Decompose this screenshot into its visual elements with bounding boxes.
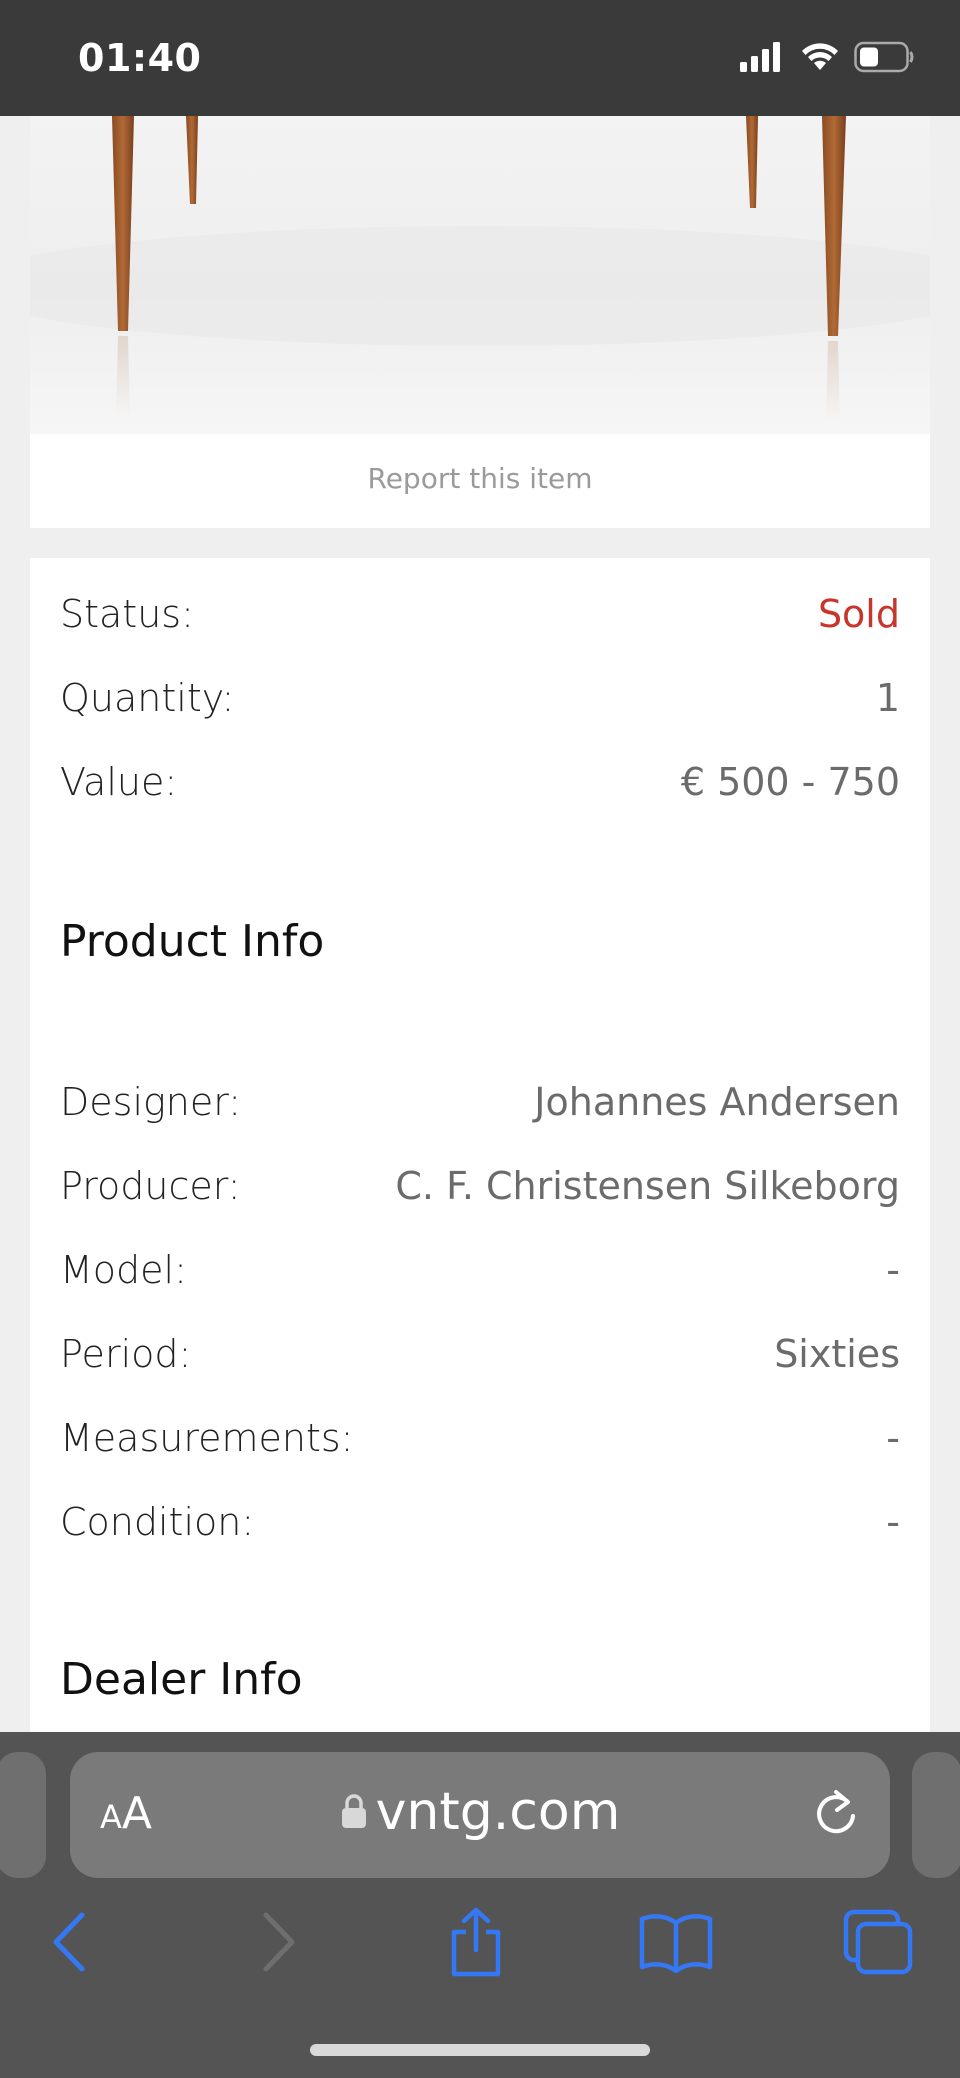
bookmarks-button[interactable]	[636, 1906, 716, 1982]
quantity-value: 1	[875, 676, 900, 720]
period-label: Period:	[60, 1332, 192, 1376]
battery-icon	[854, 41, 914, 77]
value-label: Value:	[60, 760, 178, 804]
signal-icon	[740, 42, 786, 76]
back-button[interactable]	[30, 1906, 110, 1982]
value-amount: € 500 - 750	[680, 760, 900, 804]
forward-button[interactable]	[238, 1906, 318, 1982]
bookmarks-icon	[638, 1911, 714, 1977]
home-indicator[interactable]	[310, 2044, 650, 2056]
wifi-icon	[802, 42, 838, 76]
condition-label: Condition:	[60, 1500, 255, 1544]
url-display[interactable]: vntg.com	[70, 1782, 890, 1842]
share-button[interactable]	[436, 1906, 516, 1982]
model-label: Model:	[60, 1248, 187, 1292]
product-image-card: Report this item	[30, 116, 930, 528]
producer-value[interactable]: C. F. Christensen Silkeborg	[395, 1164, 900, 1208]
quantity-row: Quantity: 1	[60, 668, 900, 728]
model-value: -	[886, 1248, 900, 1292]
period-value: Sixties	[774, 1332, 900, 1376]
value-row: Value: € 500 - 750	[60, 752, 900, 812]
url-text: vntg.com	[375, 1782, 621, 1842]
share-icon	[446, 1906, 506, 1982]
product-image	[30, 116, 930, 434]
report-item-link[interactable]: Report this item	[30, 462, 930, 495]
measurements-label: Measurements:	[60, 1416, 354, 1460]
designer-label: Designer:	[60, 1080, 242, 1124]
product-details-card: Status: Sold Quantity: 1 Value: € 500 - …	[30, 558, 930, 1732]
status-label: Status:	[60, 592, 194, 636]
measurements-row: Measurements: -	[60, 1408, 900, 1468]
status-row: Status: Sold	[60, 584, 900, 644]
condition-row: Condition: -	[60, 1492, 900, 1552]
address-bar[interactable]: AA vntg.com	[70, 1752, 890, 1878]
status-time: 01:40	[78, 36, 202, 80]
quantity-label: Quantity:	[60, 676, 235, 720]
forward-icon	[258, 1911, 298, 1977]
dealer-info-title: Dealer Info	[60, 1654, 303, 1705]
tabs-button[interactable]	[838, 1906, 918, 1982]
designer-value[interactable]: Johannes Andersen	[534, 1080, 900, 1124]
status-icons	[740, 41, 914, 77]
status-value: Sold	[817, 592, 900, 636]
lock-icon	[340, 1782, 368, 1842]
model-row: Model: -	[60, 1240, 900, 1300]
back-icon	[50, 1911, 90, 1977]
previous-tab-peek[interactable]	[0, 1752, 46, 1878]
product-info-title: Product Info	[60, 916, 325, 967]
reload-icon[interactable]	[810, 1786, 862, 1846]
tabs-icon	[842, 1908, 914, 1980]
condition-value: -	[886, 1500, 900, 1544]
next-tab-peek[interactable]	[912, 1752, 960, 1878]
status-bar: 01:40	[0, 0, 960, 116]
producer-label: Producer:	[60, 1164, 241, 1208]
designer-row: Designer: Johannes Andersen	[60, 1072, 900, 1132]
measurements-value: -	[886, 1416, 900, 1460]
producer-row: Producer: C. F. Christensen Silkeborg	[60, 1156, 900, 1216]
period-row: Period: Sixties	[60, 1324, 900, 1384]
